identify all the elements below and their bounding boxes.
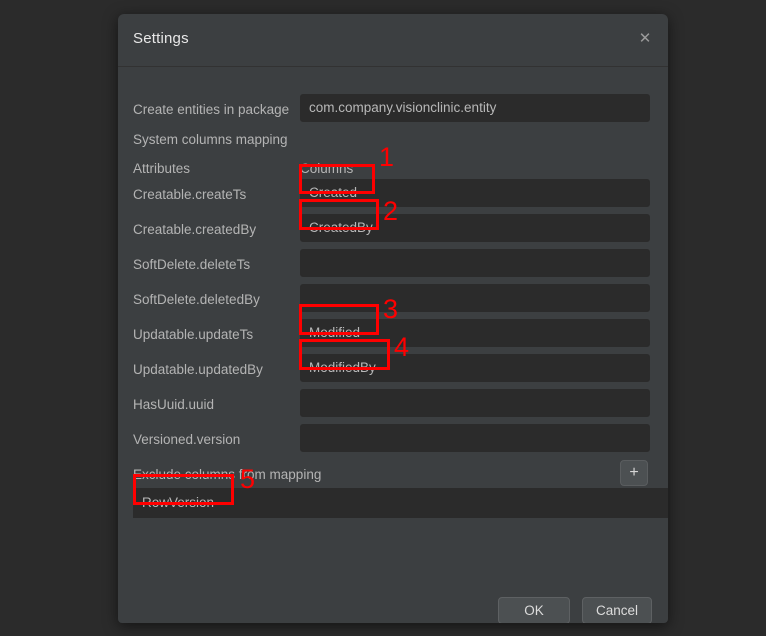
page-title: Settings (133, 30, 189, 47)
package-input[interactable]: com.company.visionclinic.entity (300, 94, 650, 122)
close-icon[interactable]: ✕ (634, 28, 656, 50)
package-label: Create entities in package (133, 102, 290, 117)
exclude-columns-label: Exclude columns from mapping (133, 467, 322, 482)
mapping-column-input[interactable]: ModifiedBy (300, 354, 650, 382)
ok-button[interactable]: OK (498, 597, 570, 623)
mapping-attribute-label: HasUuid.uuid (133, 397, 215, 412)
system-columns-mapping-label: System columns mapping (133, 132, 288, 147)
mapping-column-input[interactable] (300, 424, 650, 452)
dialog-body: Create entities in package com.company.v… (118, 68, 668, 623)
mapping-attribute-label: SoftDelete.deletedBy (133, 292, 260, 307)
mapping-attribute-label: SoftDelete.deleteTs (133, 257, 251, 272)
cancel-button[interactable]: Cancel (582, 597, 652, 623)
mapping-column-input[interactable]: Created (300, 179, 650, 207)
mapping-attribute-label: Creatable.createTs (133, 187, 247, 202)
mapping-column-input[interactable]: Modified (300, 319, 650, 347)
mapping-column-input[interactable]: CreatedBy (300, 214, 650, 242)
dialog-header: Settings ✕ (118, 14, 668, 67)
mapping-attribute-label: Updatable.updateTs (133, 327, 254, 342)
mapping-column-input[interactable] (300, 389, 650, 417)
mapping-column-input[interactable] (300, 249, 650, 277)
plus-icon[interactable]: + (620, 460, 648, 486)
list-item[interactable]: RowVersion (133, 488, 668, 518)
mapping-attribute-label: Creatable.createdBy (133, 222, 257, 237)
mapping-column-input[interactable] (300, 284, 650, 312)
settings-dialog: Settings ✕ Create entities in package co… (118, 14, 668, 623)
mapping-attribute-label: Updatable.updatedBy (133, 362, 263, 377)
columns-header: Columns (300, 161, 354, 176)
attributes-header: Attributes (133, 161, 191, 176)
mapping-attribute-label: Versioned.version (133, 432, 241, 447)
